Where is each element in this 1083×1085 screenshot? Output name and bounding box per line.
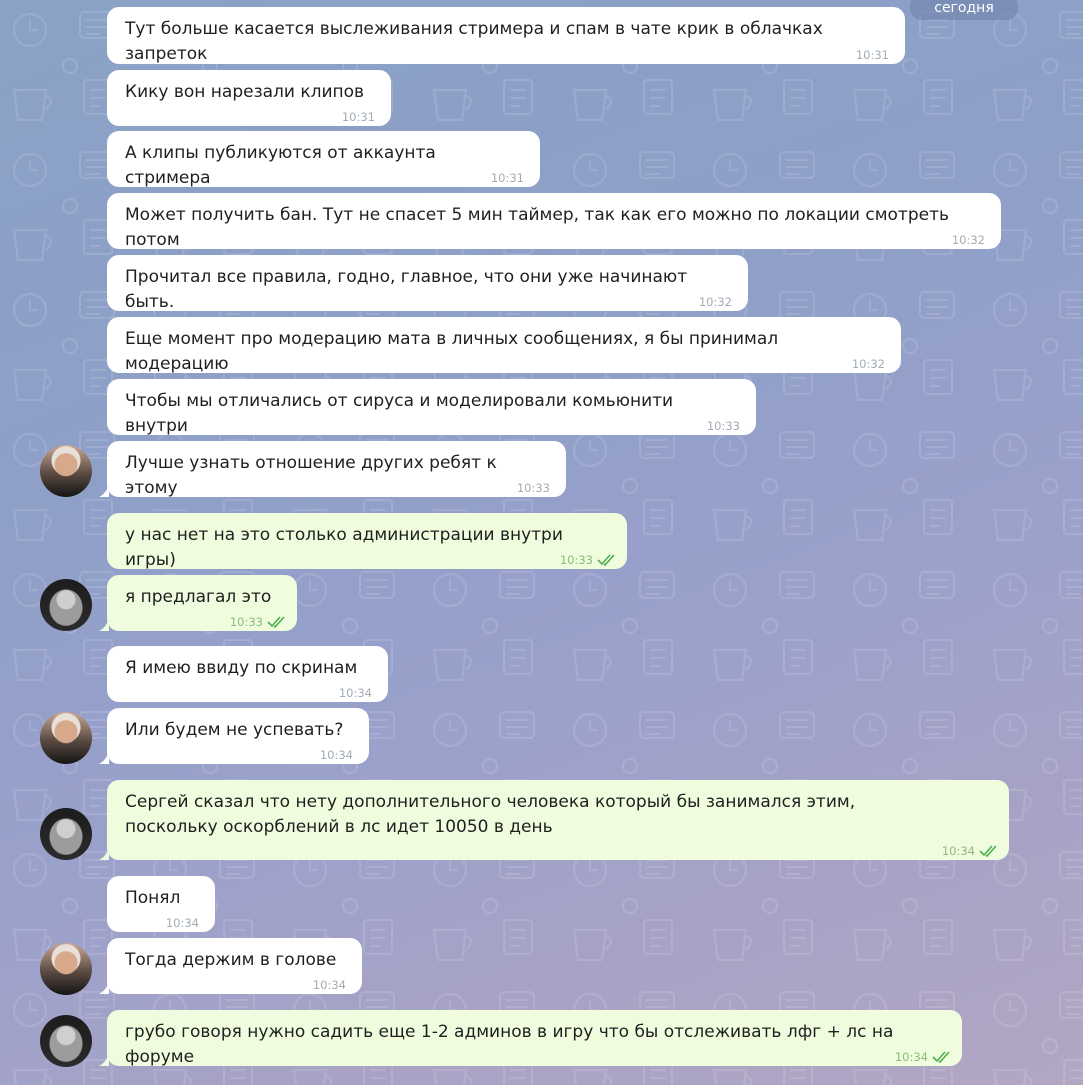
sender-avatar[interactable] (40, 808, 92, 860)
message-bubble[interactable]: Кику вон нарезали клипов 10:31 (107, 70, 391, 126)
message-text: грубо говоря нужно садить еще 1-2 админо… (125, 1022, 894, 1067)
message-time: 10:34 (942, 844, 997, 858)
double-check-icon (979, 845, 997, 857)
double-check-icon (597, 554, 615, 566)
message-text: у нас нет на это столько администрации в… (125, 525, 563, 570)
sender-avatar[interactable] (40, 445, 92, 497)
message-text: Сергей сказал что нету дополнительного ч… (125, 792, 856, 837)
message-text: Кику вон нарезали клипов (125, 82, 365, 102)
message-time: 10:32 (851, 357, 885, 371)
message-bubble[interactable]: грубо говоря нужно садить еще 1-2 админо… (99, 1010, 962, 1067)
message-time: 10:34 (895, 1050, 950, 1064)
message-time: 10:33 (230, 615, 285, 629)
message-text: Тогда держим в голове (125, 950, 337, 970)
message-bubble[interactable]: у нас нет на это столько администрации в… (107, 513, 627, 570)
message-time: 10:32 (698, 295, 732, 309)
message-bubble[interactable]: А клипы публикуются от аккаунта стримера… (107, 131, 540, 188)
message-bubble[interactable]: Еще момент про модерацию мата в личных с… (107, 317, 901, 374)
message-bubble[interactable]: Чтобы мы отличались от сируса и моделиро… (107, 379, 756, 436)
message-text: Прочитал все правила, годно, главное, чт… (125, 267, 688, 312)
date-badge: сегодня (910, 0, 1018, 20)
message-time: 10:33 (516, 481, 550, 495)
message-bubble[interactable]: Может получить бан. Тут не спасет 5 мин … (107, 193, 1001, 250)
message-time: 10:31 (490, 171, 524, 185)
bubble-tail (99, 750, 109, 764)
message-bubble[interactable]: я предлагал это 10:33 (99, 575, 297, 631)
message-text: я предлагал это (125, 587, 272, 607)
sender-avatar[interactable] (40, 1015, 92, 1067)
double-check-icon (932, 1051, 950, 1063)
double-check-icon (267, 616, 285, 628)
message-text: Чтобы мы отличались от сируса и моделиро… (125, 391, 674, 436)
sender-avatar[interactable] (40, 712, 92, 764)
message-time: 10:33 (706, 419, 740, 433)
message-bubble[interactable]: Тогда держим в голове 10:34 (99, 938, 362, 994)
message-time: 10:31 (855, 48, 889, 62)
message-text: Я имею ввиду по скринам (125, 658, 358, 678)
message-text: Лучше узнать отношение других ребят к эт… (125, 453, 497, 498)
message-bubble[interactable]: Тут больше касается выслеживания стример… (107, 7, 905, 64)
message-time: 10:31 (341, 110, 375, 124)
message-bubble[interactable]: Лучше узнать отношение других ребят к эт… (99, 441, 566, 498)
message-time: 10:32 (951, 233, 985, 247)
message-bubble[interactable]: Или будем не успевать? 10:34 (99, 708, 369, 764)
message-text: Или будем не успевать? (125, 720, 344, 740)
message-time: 10:34 (312, 978, 346, 992)
message-text: А клипы публикуются от аккаунта стримера (125, 143, 436, 188)
bubble-tail (99, 980, 109, 994)
sender-avatar[interactable] (40, 943, 92, 995)
message-bubble[interactable]: Прочитал все правила, годно, главное, чт… (107, 255, 748, 312)
message-time: 10:34 (165, 916, 199, 930)
bubble-tail (99, 617, 109, 631)
message-time: 10:34 (319, 748, 353, 762)
message-bubble[interactable]: Сергей сказал что нету дополнительного ч… (99, 780, 1009, 860)
message-bubble[interactable]: Понял 10:34 (107, 876, 215, 932)
message-time: 10:33 (560, 553, 615, 567)
bubble-tail (99, 483, 109, 497)
bubble-tail (99, 846, 109, 860)
bubble-tail (99, 1052, 109, 1066)
sender-avatar[interactable] (40, 579, 92, 631)
message-text: Может получить бан. Тут не спасет 5 мин … (125, 205, 950, 250)
message-time: 10:34 (338, 686, 372, 700)
message-text: Еще момент про модерацию мата в личных с… (125, 329, 779, 374)
message-text: Тут больше касается выслеживания стример… (125, 19, 823, 64)
message-text: Понял (125, 888, 181, 908)
message-bubble[interactable]: Я имею ввиду по скринам 10:34 (107, 646, 388, 702)
